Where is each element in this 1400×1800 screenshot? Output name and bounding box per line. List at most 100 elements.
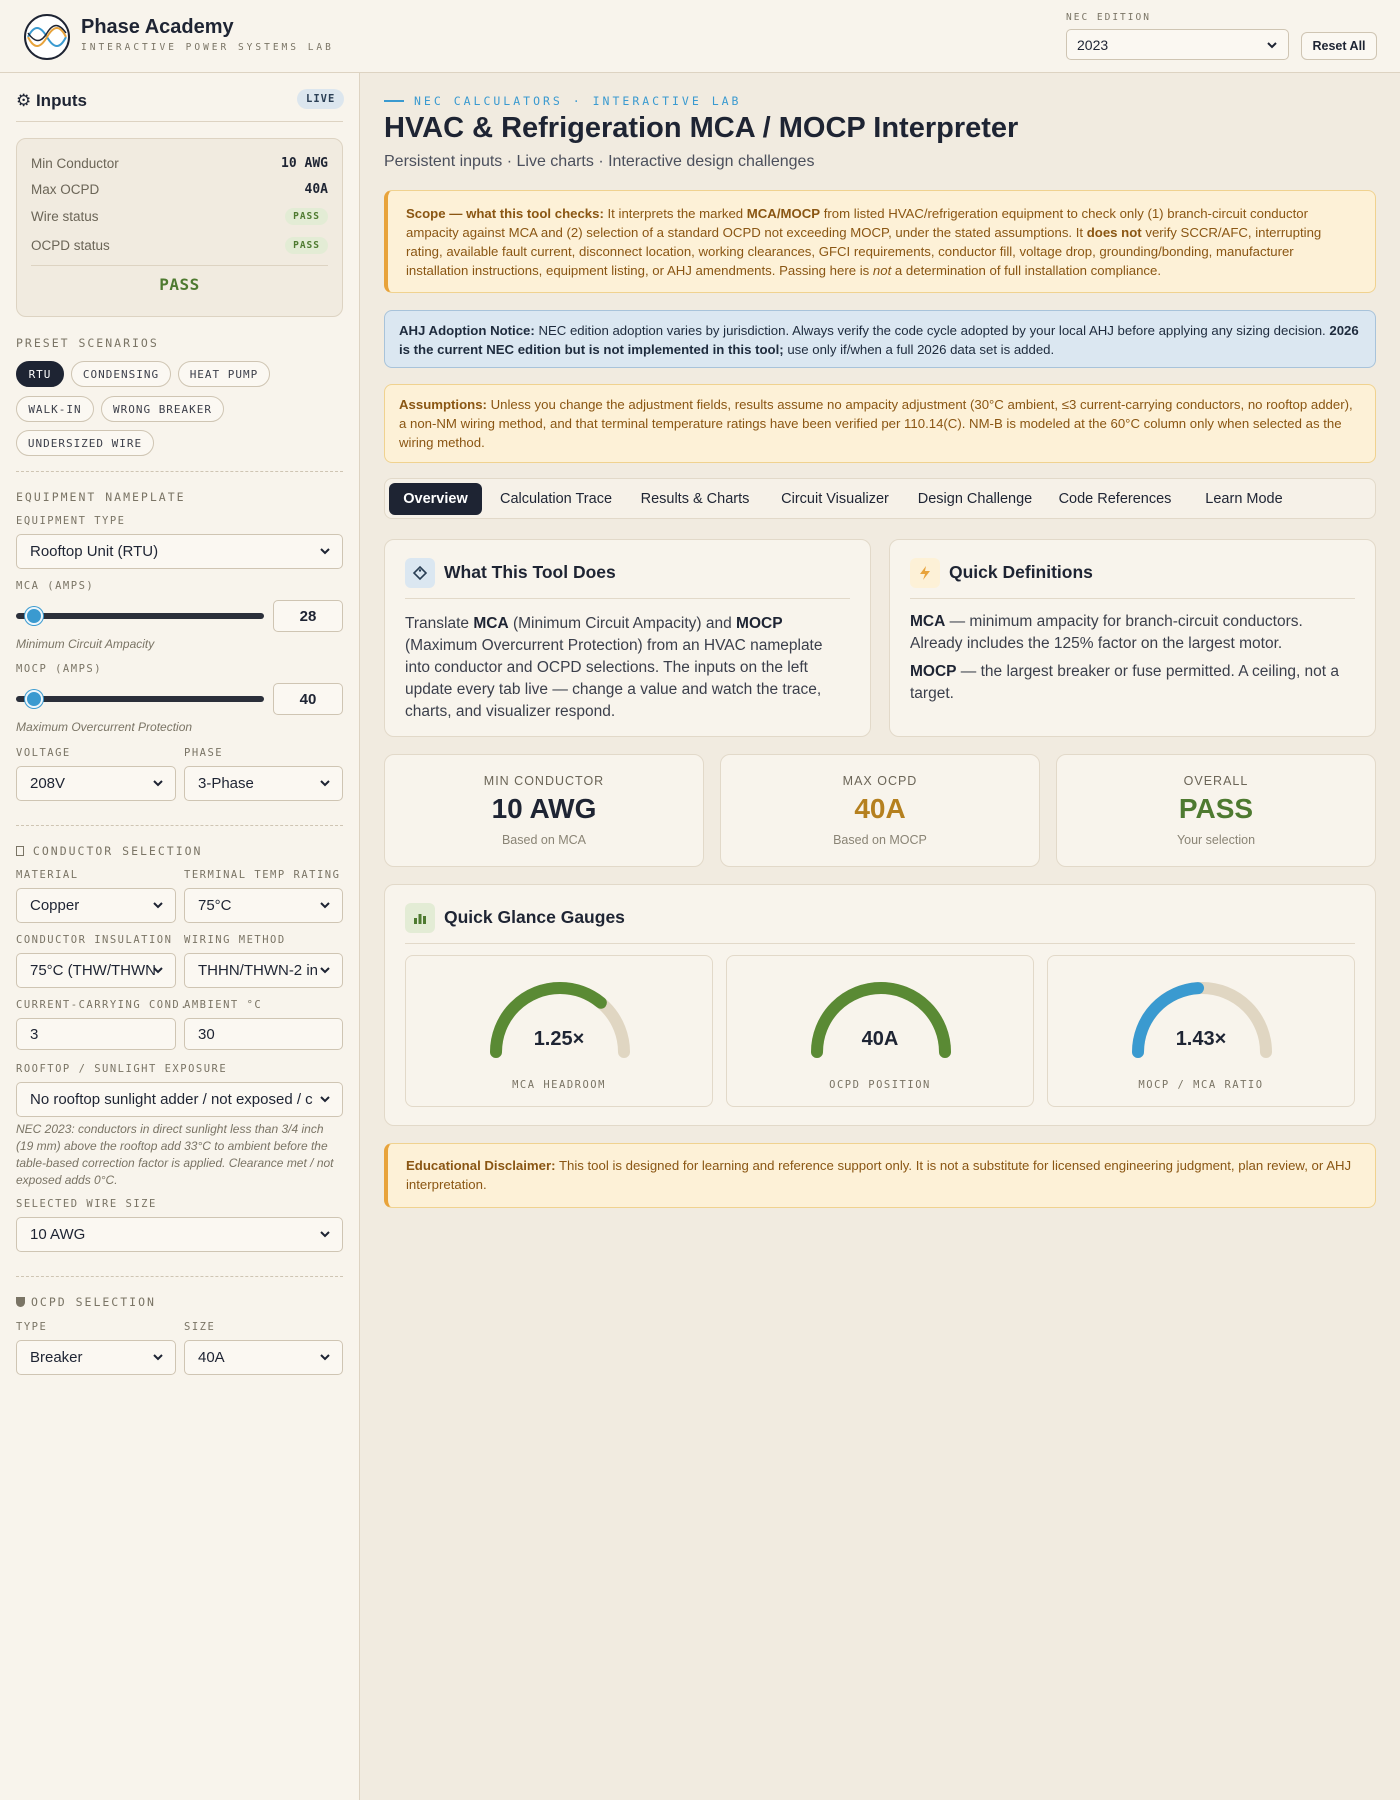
reset-all-button[interactable]: Reset All <box>1301 32 1377 60</box>
summary-panel: Min Conductor 10 AWG Max OCPD 40A Wire s… <box>16 138 343 317</box>
preset-condensing[interactable]: CONDENSING <box>71 361 171 387</box>
chevron-down-icon <box>1267 41 1277 48</box>
definition-text: — the largest breaker or fuse permitted.… <box>910 663 1340 702</box>
chevron-down-icon <box>153 902 163 909</box>
assumptions-text: Unless you change the adjustment fields,… <box>399 397 1353 450</box>
gauge-mocp-mca-ratio: 1.43× MOCP / MCA RATIO <box>1047 955 1355 1107</box>
chevron-down-icon <box>320 967 330 974</box>
select-value: THHN/THWN-2 in <box>198 962 318 979</box>
mocp-slider-handle[interactable] <box>25 690 44 708</box>
select-value: No rooftop sunlight adder / not exposed … <box>30 1091 313 1108</box>
status-badge: PASS <box>285 236 328 254</box>
preset-wrong-breaker[interactable]: WRONG BREAKER <box>101 396 224 422</box>
ocpd-type-select[interactable]: Breaker <box>16 1340 176 1375</box>
brand-subtitle: INTERACTIVE POWER SYSTEMS LAB <box>81 42 334 53</box>
terminal-temp-select[interactable]: 75°C <box>184 888 343 923</box>
preset-walk-in[interactable]: WALK-IN <box>16 396 94 422</box>
chevron-down-icon <box>153 780 163 787</box>
ambient-label: AMBIENT °C <box>184 999 263 1011</box>
nec-edition-select[interactable]: 2023 <box>1066 29 1289 60</box>
summary-row-max-ocpd: Max OCPD 40A <box>31 179 328 199</box>
tab-bar: Overview Calculation Trace Results & Cha… <box>384 478 1376 519</box>
voltage-select[interactable]: 208V <box>16 766 176 801</box>
tab-overview[interactable]: Overview <box>389 483 482 515</box>
mca-input[interactable]: 28 <box>273 600 343 632</box>
summary-value: 10 AWG <box>281 155 328 171</box>
phase-select[interactable]: 3-Phase <box>184 766 343 801</box>
body-bold: MOCP <box>736 615 783 632</box>
shield-icon <box>16 1297 25 1307</box>
card-body: Translate MCA (Minimum Circuit Ampacity)… <box>405 613 850 723</box>
quick-definitions-card: Quick Definitions MCA — minimum ampacity… <box>889 539 1376 737</box>
stat-overall: OVERALL PASS Your selection <box>1056 754 1376 867</box>
scope-bold: MCA/MOCP <box>746 206 821 221</box>
select-value: 75°C <box>198 897 232 914</box>
equipment-type-label: EQUIPMENT TYPE <box>16 515 126 527</box>
divider <box>16 1276 343 1277</box>
preset-rtu[interactable]: RTU <box>16 361 64 387</box>
summary-label: Min Conductor <box>31 155 119 171</box>
lightning-icon <box>910 558 940 588</box>
divider <box>405 598 850 599</box>
material-select[interactable]: Copper <box>16 888 176 923</box>
tab-calculation-trace[interactable]: Calculation Trace <box>487 483 625 515</box>
stat-value: PASS <box>1178 793 1254 824</box>
gauge-ocpd-position: 40A OCPD POSITION <box>726 955 1034 1107</box>
rooftop-label: ROOFTOP / SUNLIGHT EXPOSURE <box>16 1063 228 1075</box>
mocp-hint: Maximum Overcurrent Protection <box>16 720 193 734</box>
tab-learn-mode[interactable]: Learn Mode <box>1190 483 1298 515</box>
ahj-lead: AHJ Adoption Notice: <box>399 323 535 338</box>
nec-edition-value: 2023 <box>1077 36 1109 53</box>
scope-lead: Scope — what this tool checks: <box>406 206 604 221</box>
wire-size-select[interactable]: 10 AWG <box>16 1217 343 1252</box>
stat-value: 10 AWG <box>491 793 597 824</box>
mca-slider-handle[interactable] <box>25 607 44 625</box>
preset-heat-pump[interactable]: HEAT PUMP <box>178 361 270 387</box>
what-tool-does-card: What This Tool Does Translate MCA (Minim… <box>384 539 871 737</box>
chevron-down-icon <box>320 1231 330 1238</box>
conductor-section-label: CONDUCTOR SELECTION <box>16 844 202 858</box>
chevron-down-icon <box>320 1354 330 1361</box>
select-value: 208V <box>30 775 66 792</box>
gauge-mca-headroom: 1.25× MCA HEADROOM <box>405 955 713 1107</box>
card-title: Quick Definitions <box>949 562 1093 582</box>
stat-label: OVERALL <box>1183 774 1249 788</box>
gauge-value: 1.43× <box>1175 1028 1227 1050</box>
rooftop-select[interactable]: No rooftop sunlight adder / not exposed … <box>16 1082 343 1117</box>
insulation-select[interactable]: 75°C (THW/THWN <box>16 953 176 988</box>
terminal-temp-label: TERMINAL TEMP RATING <box>184 869 341 881</box>
tab-code-references[interactable]: Code References <box>1045 483 1185 515</box>
insulation-label: CONDUCTOR INSULATION <box>16 934 173 946</box>
summary-value: 40A <box>304 181 328 197</box>
presets-label: PRESET SCENARIOS <box>16 336 159 350</box>
body-text: Translate <box>405 615 474 632</box>
stat-sub: Based on MCA <box>501 833 587 847</box>
scope-italic: not <box>872 263 892 278</box>
stat-sub: Your selection <box>1176 833 1256 847</box>
inputs-sidebar: ⚙ Inputs LIVE Min Conductor 10 AWG Max O… <box>0 73 360 1800</box>
summary-overall: PASS <box>159 275 200 294</box>
ocpd-size-select[interactable]: 40A <box>184 1340 343 1375</box>
ocpd-section-label: OCPD SELECTION <box>16 1295 156 1309</box>
inputs-title: ⚙ Inputs <box>16 91 87 110</box>
stat-sub: Based on MOCP <box>833 833 927 847</box>
summary-label: Max OCPD <box>31 181 100 197</box>
body-text: (Minimum Circuit Ampacity) and <box>508 615 737 632</box>
mocp-slider[interactable] <box>16 696 264 702</box>
ccc-input[interactable]: 3 <box>16 1018 176 1050</box>
mca-slider[interactable] <box>16 613 264 619</box>
wiring-method-select[interactable]: THHN/THWN-2 in <box>184 953 343 988</box>
definition-mocp: MOCP — the largest breaker or fuse permi… <box>910 661 1355 705</box>
chevron-down-icon <box>153 967 163 974</box>
equipment-type-select[interactable]: Rooftop Unit (RTU) <box>16 534 343 569</box>
conductor-icon <box>16 846 24 856</box>
mocp-input[interactable]: 40 <box>273 683 343 715</box>
tab-design-challenge[interactable]: Design Challenge <box>910 483 1040 515</box>
divider <box>16 121 343 122</box>
ambient-input[interactable]: 30 <box>184 1018 343 1050</box>
tab-circuit-visualizer[interactable]: Circuit Visualizer <box>765 483 905 515</box>
stat-value: 40A <box>854 793 906 824</box>
preset-undersized-wire[interactable]: UNDERSIZED WIRE <box>16 430 154 456</box>
tab-results-charts[interactable]: Results & Charts <box>630 483 760 515</box>
rooftop-hint: NEC 2023: conductors in direct sunlight … <box>16 1122 334 1187</box>
